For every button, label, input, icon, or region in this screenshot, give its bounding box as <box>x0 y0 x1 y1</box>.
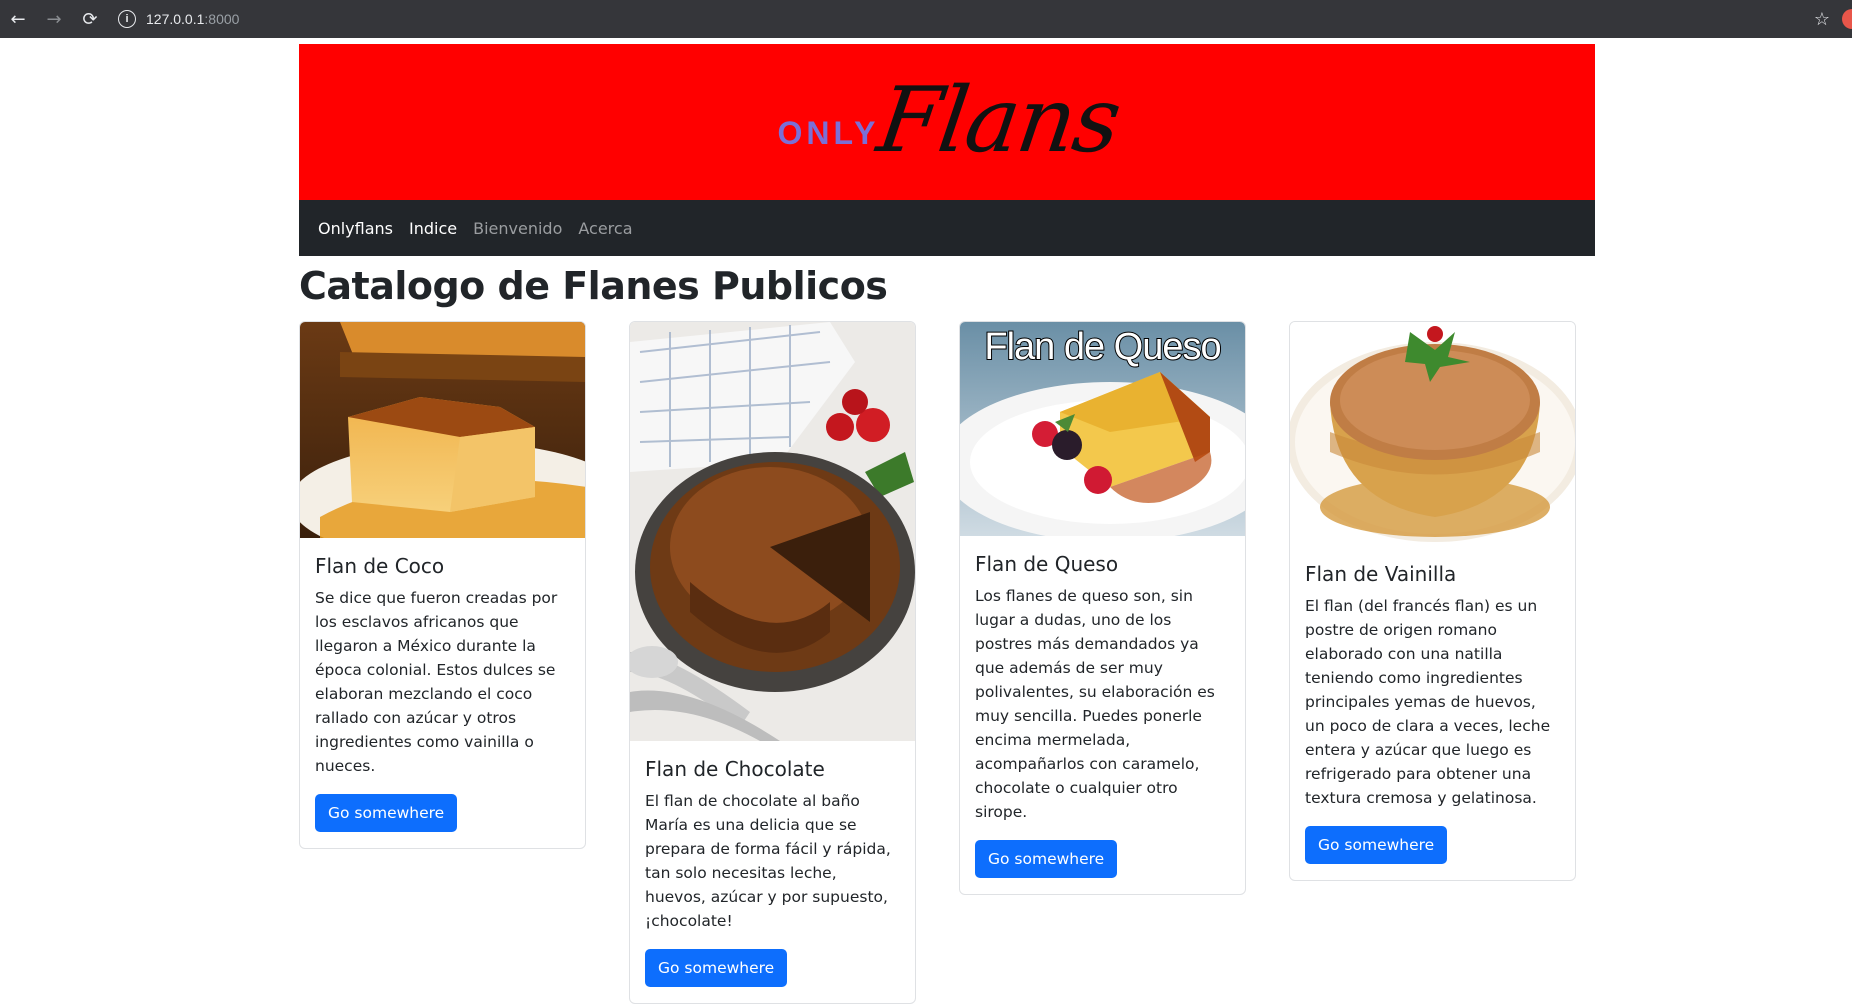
nav-item-bienvenido[interactable]: Bienvenido <box>473 219 562 238</box>
onlyflans-logo: ONLY Flans <box>777 68 1126 173</box>
forward-arrow-icon[interactable]: → <box>36 0 72 38</box>
site-info-icon[interactable]: i <box>118 10 136 28</box>
logo-flans-text: Flans <box>872 68 1126 173</box>
card-title: Flan de Queso <box>975 552 1119 576</box>
card-body: Flan de Chocolate El flan de chocolate a… <box>630 741 915 1003</box>
card-body: Flan de Coco Se dice que fueron creadas … <box>300 538 585 848</box>
reload-icon[interactable]: ⟳ <box>72 0 108 38</box>
go-somewhere-button[interactable]: Go somewhere <box>975 840 1118 878</box>
flan-chocolate-image <box>630 322 915 741</box>
logo-only-text: ONLY <box>777 115 880 151</box>
card-title: Flan de Vainilla <box>1305 562 1457 586</box>
nav-item-indice[interactable]: Indice <box>409 219 457 238</box>
card-body: Flan de Queso Los flanes de queso son, s… <box>960 536 1245 894</box>
browser-toolbar: ← → ⟳ i 127.0.0.1:8000 ☆ <box>0 0 1852 38</box>
page-container: ONLY Flans Onlyflans Indice Bienvenido A… <box>299 44 1595 1004</box>
card-body: Flan de Vainilla El flan (del francés fl… <box>1290 546 1575 880</box>
nav-item-acerca[interactable]: Acerca <box>578 219 632 238</box>
bookmark-star-icon[interactable]: ☆ <box>1802 0 1842 38</box>
flan-queso-image: Flan de Queso <box>960 322 1245 536</box>
back-arrow-icon[interactable]: ← <box>0 0 36 38</box>
card-text: Se dice que fueron creadas por los escla… <box>315 589 558 775</box>
profile-avatar-icon[interactable] <box>1842 9 1852 29</box>
image-caption: Flan de Queso <box>983 325 1222 369</box>
page-title: Catalogo de Flanes Publicos <box>299 264 888 308</box>
main-navbar: Onlyflans Indice Bienvenido Acerca <box>299 200 1595 256</box>
go-somewhere-button[interactable]: Go somewhere <box>315 794 458 832</box>
go-somewhere-button[interactable]: Go somewhere <box>1305 826 1448 864</box>
go-somewhere-button[interactable]: Go somewhere <box>645 949 788 987</box>
card-text: El flan de chocolate al baño María es un… <box>645 792 891 930</box>
card-text: Los flanes de queso son, sin lugar a dud… <box>975 587 1215 821</box>
card-title: Flan de Chocolate <box>645 757 825 781</box>
header-banner: ONLY Flans <box>299 44 1595 200</box>
url-host: 127.0.0.1 <box>146 11 205 27</box>
address-bar[interactable]: i 127.0.0.1:8000 <box>112 5 1802 33</box>
card-grid: Flan de Coco Se dice que fueron creadas … <box>299 321 1595 1004</box>
card-flan-chocolate: Flan de Chocolate El flan de chocolate a… <box>629 321 916 1004</box>
card-flan-queso: Flan de Queso Flan de Queso Los flanes d… <box>959 321 1246 895</box>
card-flan-vainilla: Flan de Vainilla El flan (del francés fl… <box>1289 321 1576 881</box>
navbar-brand[interactable]: Onlyflans <box>318 219 393 238</box>
flan-coco-image <box>300 322 585 538</box>
flan-vainilla-image <box>1290 322 1575 546</box>
card-title: Flan de Coco <box>315 554 445 578</box>
url-port: :8000 <box>204 11 240 27</box>
card-text: El flan (del francés flan) es un postre … <box>1305 597 1551 807</box>
card-flan-coco: Flan de Coco Se dice que fueron creadas … <box>299 321 586 849</box>
